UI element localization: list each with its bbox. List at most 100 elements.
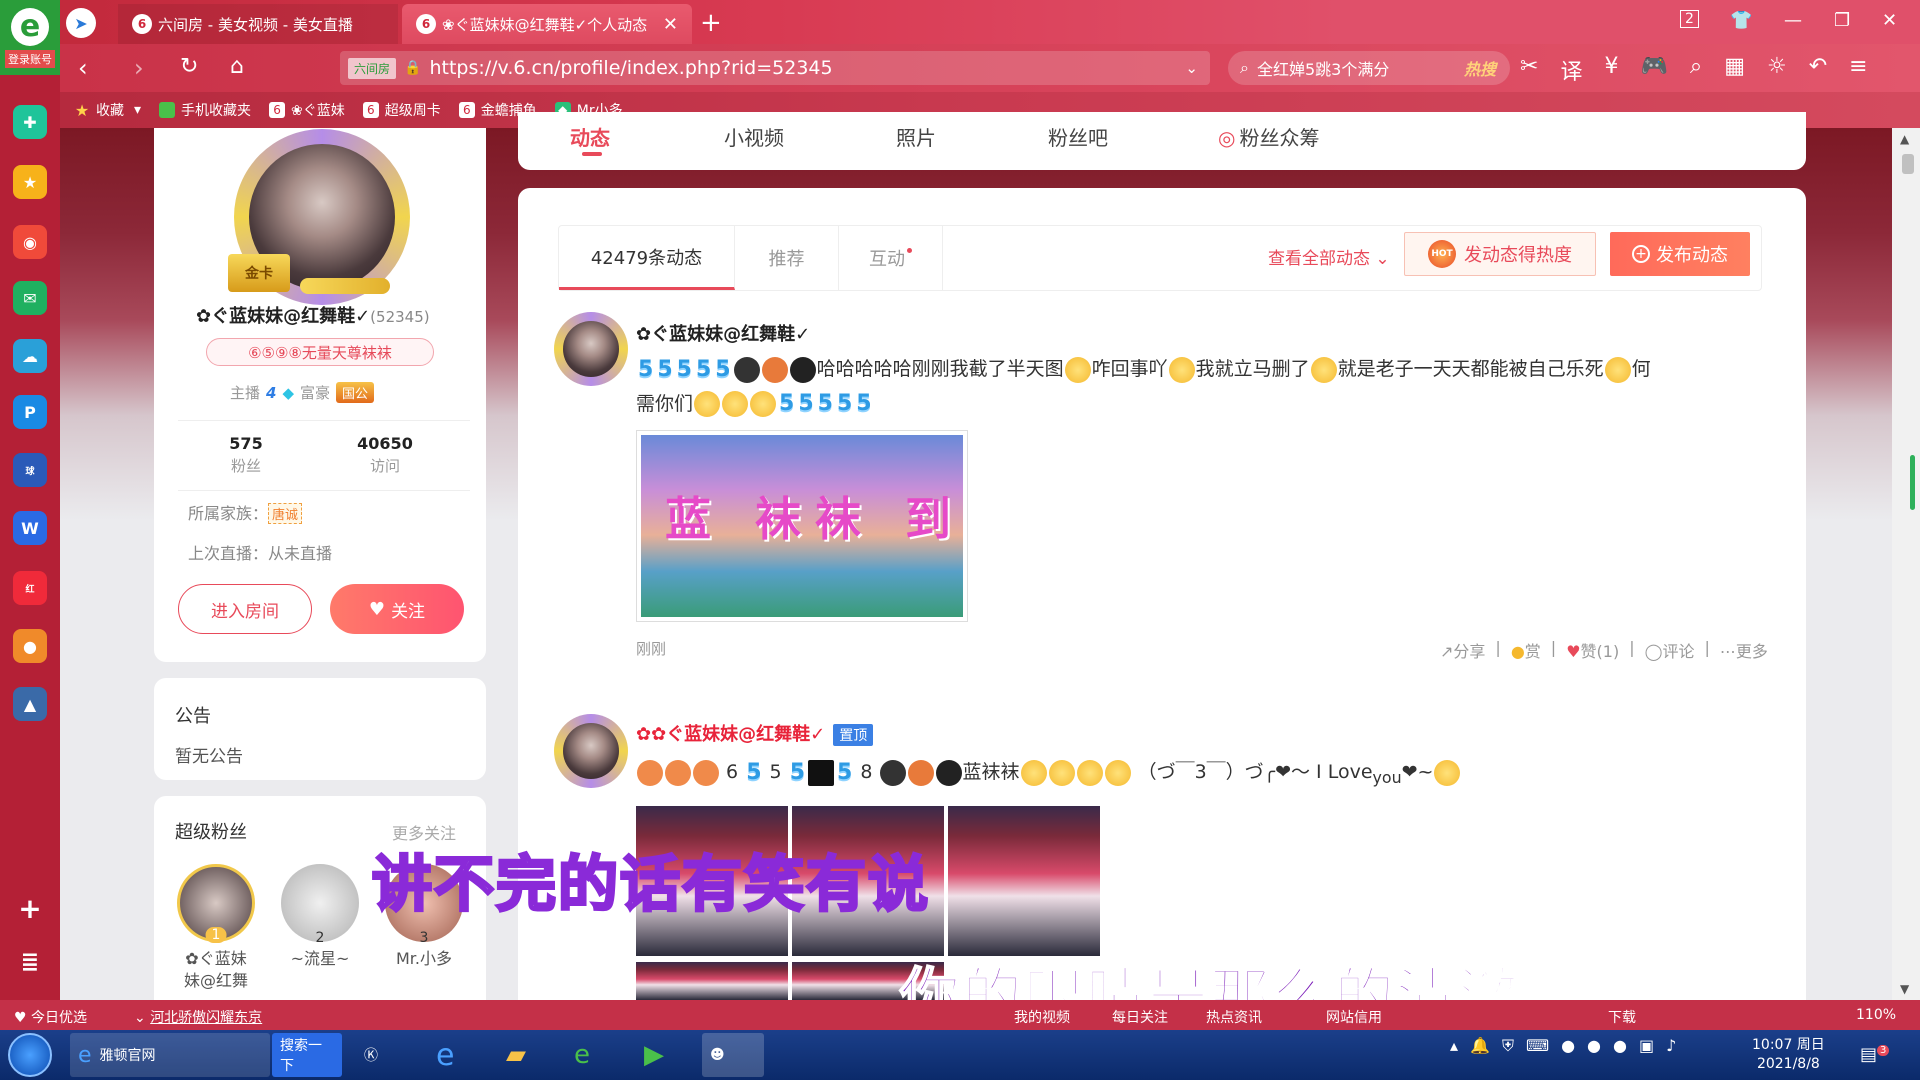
family-tag[interactable]: 唐诚 <box>268 503 303 524</box>
browser-logo[interactable]: e 登录账号 <box>0 0 60 75</box>
sidebar-cloud-icon[interactable]: ☁ <box>13 339 47 373</box>
scroll-up-icon[interactable]: ▲ <box>1900 132 1909 146</box>
taskbar-chat-icon[interactable]: ☻ <box>702 1033 764 1077</box>
super-fan-2[interactable]: 2 ~流星~ <box>278 864 362 970</box>
bookmark-favorites[interactable]: ★ 收藏 ▾ <box>74 100 141 120</box>
tray-qq-icon[interactable]: ● <box>1613 1036 1627 1056</box>
post-author[interactable]: ✿ぐ蓝妹妹@红舞鞋✓ <box>636 320 810 346</box>
magnifier-icon[interactable]: ⌕ <box>1690 54 1702 86</box>
navigation-arrow-icon[interactable]: ➤ <box>66 8 96 38</box>
scissors-icon[interactable]: ✂ <box>1520 54 1538 86</box>
sidebar-mail-icon[interactable]: ✉ <box>13 281 47 315</box>
tray-qq-icon[interactable]: ● <box>1561 1036 1575 1056</box>
new-tab-icon[interactable]: + <box>700 8 722 38</box>
bookmark-weekly[interactable]: 6 超级周卡 <box>362 100 441 120</box>
download[interactable]: 下载 <box>1608 1007 1636 1027</box>
hot-news[interactable]: 热点资讯 <box>1206 1007 1262 1027</box>
taskbar-k-app-icon[interactable]: Ⓚ <box>356 1033 386 1077</box>
back-icon[interactable]: ‹ <box>78 54 88 82</box>
taskbar-clock[interactable]: 10:07 周日 2021/8/8 <box>1752 1036 1825 1074</box>
scroll-thumb[interactable] <box>1902 154 1914 174</box>
scroll-down-icon[interactable]: ▼ <box>1900 982 1909 996</box>
daily-focus[interactable]: 每日关注 <box>1112 1007 1168 1027</box>
tab-profile[interactable]: 6 ❀ぐ蓝妹妹@红舞鞋✓个人动态 ✕ <box>402 4 692 44</box>
post-thumbnail[interactable] <box>948 806 1100 956</box>
tab-fan-bar[interactable]: 粉丝吧 <box>1048 122 1108 151</box>
bookmark-mobile[interactable]: 手机收藏夹 <box>159 100 251 120</box>
share-button[interactable]: ↗分享 <box>1440 638 1485 662</box>
close-tab-icon[interactable]: ✕ <box>663 14 678 35</box>
zoom-level[interactable]: 110% <box>1856 1007 1896 1023</box>
tray-qq-icon[interactable]: ● <box>1587 1036 1601 1056</box>
menu-icon[interactable]: ≡ <box>1849 54 1867 86</box>
post-image[interactable]: 蓝 袜袜 到 <box>636 430 968 622</box>
tab-photos[interactable]: 照片 <box>896 122 936 151</box>
coin-icon[interactable]: ¥ <box>1604 54 1618 86</box>
tray-bell-icon[interactable]: 🔔 <box>1470 1036 1490 1056</box>
post-avatar[interactable] <box>554 714 628 788</box>
action-center-icon[interactable]: ▤ 3 <box>1860 1044 1890 1065</box>
subtab-recommend[interactable]: 推荐 <box>735 226 839 290</box>
sidebar-p-icon[interactable]: P <box>13 395 47 429</box>
login-button[interactable]: 登录账号 <box>5 49 55 68</box>
taskbar-ie-yadun[interactable]: e 雅顿官网 <box>70 1033 270 1077</box>
sidebar-weibo-icon[interactable]: ◉ <box>13 225 47 259</box>
forward-icon[interactable]: › <box>134 54 144 82</box>
my-video[interactable]: 我的视频 <box>1014 1007 1070 1027</box>
hot-post-button[interactable]: HOT 发动态得热度 <box>1404 232 1596 276</box>
post-author[interactable]: ✿✿ぐ蓝妹妹@红舞鞋✓ 置顶 <box>636 720 874 746</box>
url-field[interactable]: 六间房 🔒 https://v.6.cn/profile/index.php?r… <box>340 51 1210 85</box>
comment-button[interactable]: ◯评论 <box>1645 638 1695 662</box>
tab-count-badge[interactable]: 2 <box>1680 10 1699 28</box>
brightness-icon[interactable]: ☼ <box>1767 54 1787 86</box>
taskbar-folder-icon[interactable]: ▰ <box>498 1033 534 1077</box>
sidebar-add-icon[interactable]: + <box>13 891 47 925</box>
home-icon[interactable]: ⌂ <box>230 54 244 79</box>
post-avatar[interactable] <box>554 312 628 386</box>
subtab-all[interactable]: 42479条动态 <box>559 226 735 290</box>
taskbar-360-icon[interactable]: e <box>566 1033 598 1077</box>
sidebar-app-icon[interactable]: ✚ <box>13 105 47 139</box>
restore-icon[interactable]: ❐ <box>1834 10 1850 31</box>
enter-room-button[interactable]: 进入房间 <box>178 584 312 634</box>
sidebar-list-icon[interactable]: ≣ <box>13 945 47 979</box>
sidebar-word-icon[interactable]: W <box>13 511 47 545</box>
site-credit[interactable]: 网站信用 <box>1326 1007 1382 1027</box>
sidebar-star-icon[interactable]: ★ <box>13 165 47 199</box>
sidebar-redbook-icon[interactable]: 红 <box>13 571 47 605</box>
tray-volume-icon[interactable]: ♪ <box>1666 1036 1676 1056</box>
close-window-icon[interactable]: ✕ <box>1882 10 1897 31</box>
dropdown-chevron-icon[interactable]: ⌄ <box>1185 59 1198 77</box>
translate-icon[interactable]: 译 <box>1560 54 1582 86</box>
follow-button[interactable]: ♥ 关注 <box>330 584 464 634</box>
tab-liujianfang[interactable]: 6 六间房 - 美女视频 - 美女直播 <box>118 4 398 44</box>
tab-dynamics[interactable]: 动态 <box>570 122 610 151</box>
search-input[interactable]: ⌕ 全红婵5跳3个满分 热搜 <box>1228 51 1510 85</box>
refresh-icon[interactable]: ↻ <box>180 54 198 79</box>
grid-icon[interactable]: ▦ <box>1724 54 1745 86</box>
sidebar-game2-icon[interactable]: ▲ <box>13 687 47 721</box>
taskbar-ie-icon[interactable]: e <box>428 1033 462 1077</box>
news-ticker[interactable]: ⌄ 河北骄傲闪耀东京 <box>134 1007 262 1027</box>
undo-icon[interactable]: ↶ <box>1809 54 1827 86</box>
fans-stat[interactable]: 575 粉丝 <box>216 434 276 476</box>
tray-network-icon[interactable]: ▣ <box>1639 1036 1654 1056</box>
tray-keyboard-icon[interactable]: ⌨ <box>1526 1036 1549 1056</box>
taskbar-search[interactable]: 搜索一下 <box>272 1033 342 1077</box>
today-picks[interactable]: ♥ 今日优选 <box>14 1007 87 1027</box>
skin-icon[interactable]: 👕 <box>1730 10 1752 31</box>
tray-shield-icon[interactable]: ⛨ <box>1502 1036 1514 1056</box>
view-all-dynamics[interactable]: 查看全部动态 ⌄ <box>1268 244 1390 269</box>
tab-short-video[interactable]: 小视频 <box>724 122 784 151</box>
more-button[interactable]: ⋯更多 <box>1720 638 1768 662</box>
post-thumbnail[interactable] <box>636 962 788 1000</box>
game-icon[interactable]: 🎮 <box>1640 54 1667 86</box>
tray-expand-icon[interactable]: ▴ <box>1450 1036 1458 1056</box>
start-button[interactable] <box>8 1033 52 1077</box>
reward-button[interactable]: ●赏 <box>1511 638 1541 662</box>
tab-crowdfunding[interactable]: ◎ 粉丝众筹 <box>1218 122 1319 151</box>
taskbar-player-icon[interactable]: ▶ <box>636 1033 672 1077</box>
side-handle[interactable] <box>1910 455 1915 510</box>
sidebar-sports-icon[interactable]: 球 <box>13 453 47 487</box>
page-scrollbar[interactable]: ▲ ▼ <box>1892 128 1920 1000</box>
